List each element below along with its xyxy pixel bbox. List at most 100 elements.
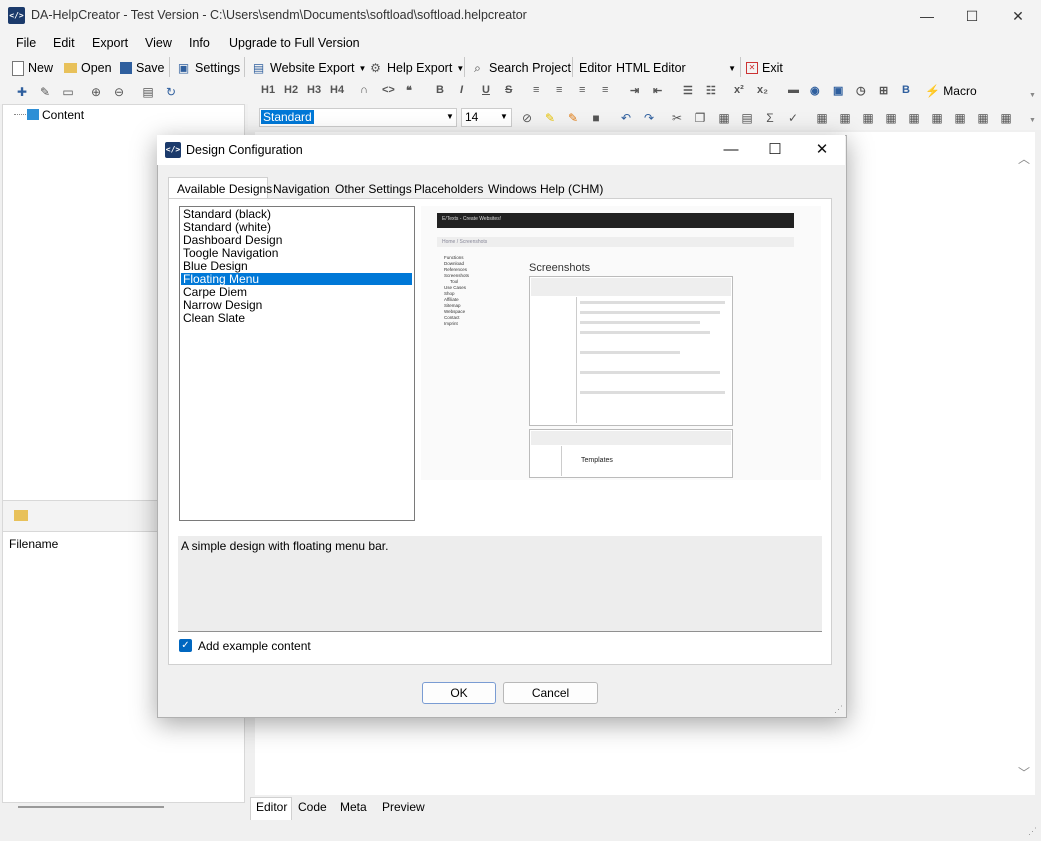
editor-select[interactable]: HTML Editor ▼	[616, 59, 736, 77]
link-icon[interactable]: ◉	[810, 84, 820, 97]
source-icon[interactable]: ■	[588, 110, 604, 126]
image-icon[interactable]: ▣	[833, 84, 843, 97]
copy-icon[interactable]: ❐	[692, 110, 708, 126]
tab-placeholders[interactable]: Placeholders	[410, 180, 487, 198]
heading-2-button[interactable]: H2	[284, 84, 298, 96]
menu-upgrade[interactable]: Upgrade to Full Version	[229, 36, 360, 50]
dialog-maximize-button[interactable]: ☐	[755, 140, 795, 160]
save-button[interactable]: Save	[120, 59, 165, 77]
delete-row-icon[interactable]: ▦	[883, 110, 899, 126]
settings-button[interactable]: ▣ Settings	[176, 59, 240, 77]
heading-4-button[interactable]: H4	[330, 84, 344, 96]
add-page-icon[interactable]: ✚	[14, 84, 30, 100]
tab-other-settings[interactable]: Other Settings	[331, 180, 416, 198]
split-cells-icon[interactable]: ▦	[975, 110, 991, 126]
insert-row-icon[interactable]: ▦	[860, 110, 876, 126]
paste-text-icon[interactable]: ▤	[739, 110, 755, 126]
cancel-button[interactable]: Cancel	[503, 682, 598, 704]
paragraph-icon[interactable]: ∩	[360, 84, 368, 96]
add-example-checkbox[interactable]: ✓	[179, 639, 192, 652]
horizontal-scrollbar[interactable]	[18, 806, 164, 808]
website-export-button[interactable]: ▤ Website Export ▼	[251, 59, 367, 77]
paste-icon[interactable]: ▦	[716, 110, 732, 126]
toolbar-overflow-icon[interactable]: ▼	[1029, 117, 1036, 124]
tab-available-designs[interactable]: Available Designs	[173, 180, 276, 198]
table-icon[interactable]: ▦	[814, 110, 830, 126]
open-button[interactable]: Open	[64, 59, 112, 77]
help-export-button[interactable]: ⚙ Help Export ▼	[368, 59, 464, 77]
menu-file[interactable]: File	[16, 36, 36, 50]
search-project-button[interactable]: ⌕ Search Project	[470, 59, 571, 77]
tab-code[interactable]: Code	[298, 800, 327, 814]
italic-icon[interactable]: I	[460, 84, 463, 96]
numbered-list-icon[interactable]: ☷	[706, 84, 716, 97]
add-example-label[interactable]: Add example content	[198, 639, 311, 653]
tab-windows-help[interactable]: Windows Help (CHM)	[484, 180, 607, 198]
align-justify-icon[interactable]: ≡	[579, 84, 585, 96]
superscript-icon[interactable]: x²	[734, 84, 744, 96]
formula-icon[interactable]: Σ	[762, 110, 778, 126]
tab-meta[interactable]: Meta	[340, 800, 367, 814]
macro-button[interactable]: ⚡ Macro	[925, 84, 977, 98]
font-size-select[interactable]: 14 ▼	[461, 108, 512, 127]
spellcheck-icon[interactable]: ✓	[785, 110, 801, 126]
align-right-icon[interactable]: ≡	[602, 84, 608, 96]
bullet-list-icon[interactable]: ☰	[683, 84, 693, 97]
delete-column-icon[interactable]: ▦	[929, 110, 945, 126]
move-up-icon[interactable]: ⊕	[88, 84, 104, 100]
merge-cells-icon[interactable]: ▦	[952, 110, 968, 126]
insert-column-icon[interactable]: ▦	[906, 110, 922, 126]
scroll-down-icon[interactable]: ﹀	[1018, 764, 1030, 781]
minimize-button[interactable]: —	[904, 0, 950, 32]
scroll-up-icon[interactable]: ︿	[1018, 150, 1030, 167]
bold-icon[interactable]: B	[436, 84, 444, 96]
clear-format-icon[interactable]: ⊘	[519, 110, 535, 126]
menu-info[interactable]: Info	[189, 36, 210, 50]
dialog-minimize-button[interactable]: —	[711, 140, 751, 160]
exit-button[interactable]: ✕ Exit	[746, 59, 783, 77]
toolbar-overflow-icon[interactable]: ▼	[1029, 92, 1036, 99]
menu-export[interactable]: Export	[92, 36, 128, 50]
style-select[interactable]: Standard ▼	[259, 108, 457, 127]
dialog-resize-grip-icon[interactable]: ⋰	[834, 704, 843, 715]
heading-3-button[interactable]: H3	[307, 84, 321, 96]
redo-icon[interactable]: ↷	[641, 110, 657, 126]
clock-icon[interactable]: ◷	[856, 84, 866, 97]
tab-preview[interactable]: Preview	[382, 800, 425, 814]
heading-1-button[interactable]: H1	[261, 84, 275, 96]
refresh-icon[interactable]: ↻	[163, 84, 179, 100]
page-properties-icon[interactable]: ▤	[140, 84, 156, 100]
design-item-clean-slate[interactable]: Clean Slate	[183, 312, 245, 325]
close-button[interactable]: ✕	[995, 0, 1041, 32]
subscript-icon[interactable]: x₂	[757, 84, 768, 96]
align-left-icon[interactable]: ≡	[533, 84, 539, 96]
indent-icon[interactable]: ⇥	[630, 84, 639, 97]
menu-edit[interactable]: Edit	[53, 36, 75, 50]
align-center-icon[interactable]: ≡	[556, 84, 562, 96]
resize-grip-icon[interactable]: ⋰	[1028, 826, 1037, 837]
edit-page-icon[interactable]: ✎	[37, 84, 53, 100]
new-button[interactable]: New	[12, 59, 53, 77]
undo-icon[interactable]: ↶	[618, 110, 634, 126]
underline-icon[interactable]: U	[482, 84, 490, 96]
outdent-icon[interactable]: ⇤	[653, 84, 662, 97]
strikethrough-icon[interactable]: S	[505, 84, 512, 96]
tab-navigation[interactable]: Navigation	[269, 180, 334, 198]
table-properties-icon[interactable]: ▦	[837, 110, 853, 126]
code-icon[interactable]: <>	[382, 84, 395, 96]
dialog-close-button[interactable]: ✕	[802, 140, 842, 160]
move-down-icon[interactable]: ⊖	[111, 84, 127, 100]
text-color-icon[interactable]: ✎	[565, 110, 581, 126]
delete-table-icon[interactable]: ▦	[998, 110, 1014, 126]
insert-anchor-icon[interactable]: ⊞	[879, 84, 888, 97]
horizontal-rule-icon[interactable]: ▬	[788, 84, 799, 96]
tree-item-content[interactable]: Content	[42, 108, 84, 122]
maximize-button[interactable]: ☐	[949, 0, 995, 32]
bookmark-icon[interactable]: B	[902, 84, 910, 96]
menu-view[interactable]: View	[145, 36, 172, 50]
quote-icon[interactable]: ❝	[406, 84, 412, 97]
delete-page-icon[interactable]: ▭	[60, 84, 76, 100]
ok-button[interactable]: OK	[422, 682, 496, 704]
highlight-icon[interactable]: ✎	[542, 110, 558, 126]
cut-icon[interactable]: ✂	[669, 110, 685, 126]
